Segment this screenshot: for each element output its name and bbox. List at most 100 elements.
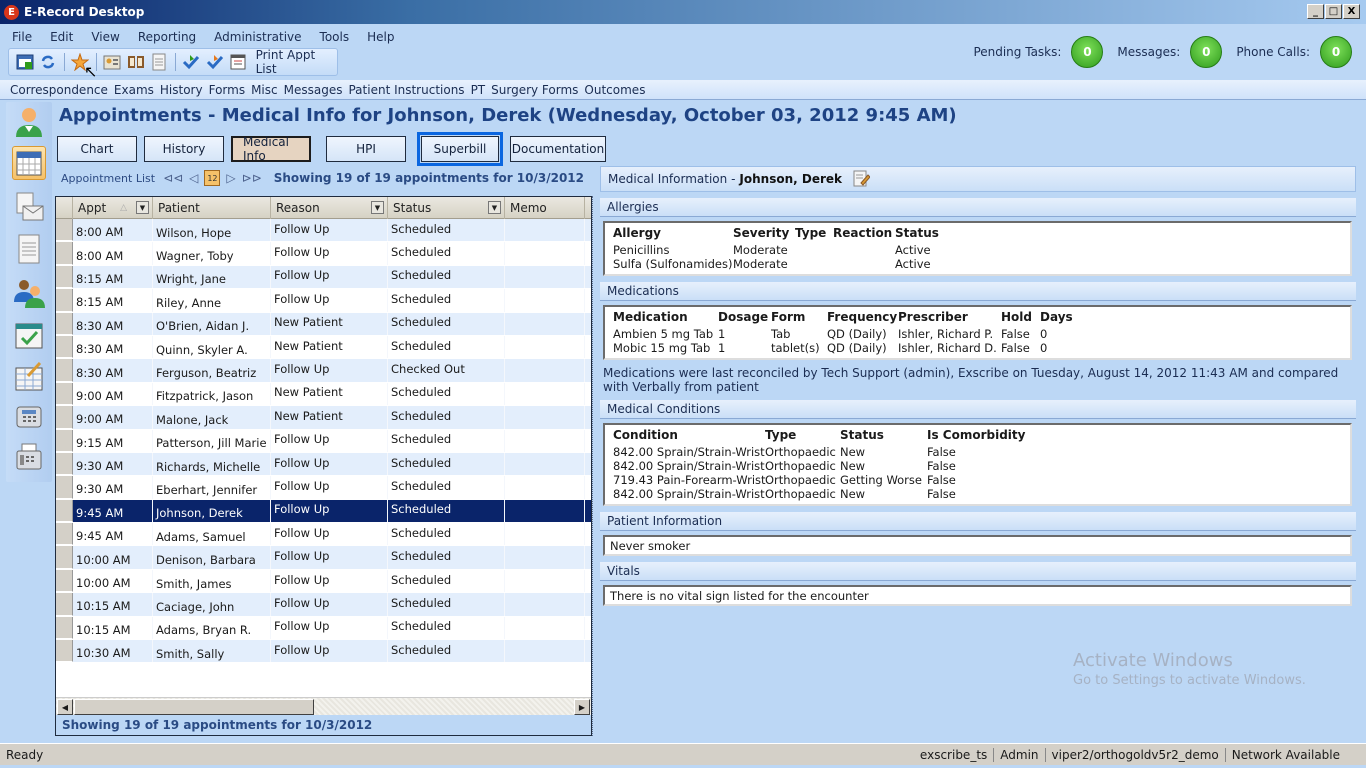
print-appt-list-button[interactable]: Print Appt List xyxy=(256,48,337,76)
phone-calls-badge[interactable]: 0 xyxy=(1320,36,1352,68)
tab-exams[interactable]: Exams xyxy=(114,83,154,97)
worksheet-icon[interactable] xyxy=(12,360,46,394)
appointment-row[interactable]: 8:15 AM Wright, Jane Follow Up Scheduled xyxy=(56,265,591,290)
row-selector[interactable] xyxy=(56,289,73,312)
tab-correspondence[interactable]: Correspondence xyxy=(10,83,108,97)
superbill-button[interactable]: Superbill xyxy=(417,132,503,166)
check-in-icon[interactable] xyxy=(182,52,201,72)
phone-calls-counter[interactable]: Phone Calls: 0 xyxy=(1236,36,1352,68)
document-icon[interactable] xyxy=(149,52,168,72)
column-memo[interactable]: Memo xyxy=(505,197,585,219)
row-selector[interactable] xyxy=(56,452,73,476)
row-selector[interactable] xyxy=(56,382,73,406)
appointment-row[interactable]: 9:30 AM Richards, Michelle Follow Up Schedu… xyxy=(56,452,591,477)
tab-misc[interactable]: Misc xyxy=(251,83,278,97)
messages-counter[interactable]: Messages: 0 xyxy=(1117,36,1223,68)
scroll-thumb[interactable] xyxy=(74,699,314,715)
book-icon[interactable] xyxy=(126,52,145,72)
pane-splitter[interactable] xyxy=(592,196,600,736)
tab-surgery-forms[interactable]: Surgery Forms xyxy=(491,83,578,97)
pending-tasks-badge[interactable]: 0 xyxy=(1071,36,1104,68)
filter-dropdown-icon[interactable]: ▼ xyxy=(136,201,149,214)
column-appt[interactable]: Appt △ ▼ xyxy=(73,197,153,219)
row-selector[interactable] xyxy=(56,476,73,499)
row-selector[interactable] xyxy=(56,429,73,452)
row-selector[interactable] xyxy=(56,499,73,523)
minimize-button[interactable]: _ xyxy=(1307,4,1324,19)
fax-icon[interactable] xyxy=(12,440,46,474)
menu-reporting[interactable]: Reporting xyxy=(138,30,196,44)
documentation-button[interactable]: Documentation xyxy=(510,136,606,162)
column-patient[interactable]: Patient xyxy=(153,197,271,219)
new-appointment-icon[interactable] xyxy=(15,52,34,72)
appointment-row[interactable]: 10:15 AM Adams, Bryan R. Follow Up Schedule… xyxy=(56,616,591,641)
patient-card-icon[interactable] xyxy=(103,52,122,72)
row-selector[interactable] xyxy=(56,593,73,616)
appointment-row[interactable]: 8:30 AM O'Brien, Aidan J. New Patient Sched… xyxy=(56,312,591,336)
menu-tools[interactable]: Tools xyxy=(320,30,350,44)
row-selector[interactable] xyxy=(56,546,73,569)
appointment-row[interactable]: 8:30 AM Quinn, Skyler A. New Patient Schedu… xyxy=(56,335,591,360)
appointment-row[interactable]: 9:45 AM Adams, Samuel Follow Up Scheduled xyxy=(56,523,591,547)
medical-info-button[interactable]: Medical Info xyxy=(231,135,311,163)
phone-icon[interactable] xyxy=(12,400,46,434)
allergies-section-header[interactable]: Allergies xyxy=(600,198,1356,217)
row-selector[interactable] xyxy=(56,523,73,546)
maximize-button[interactable]: □ xyxy=(1325,4,1342,19)
appointment-row[interactable]: 10:15 AM Caciage, John Follow Up Scheduled xyxy=(56,593,591,617)
column-status[interactable]: Status ▼ xyxy=(388,197,505,219)
tab-messages[interactable]: Messages xyxy=(284,83,343,97)
chart-button[interactable]: Chart xyxy=(57,136,137,162)
appointments-calendar-icon[interactable] xyxy=(12,146,46,180)
appointment-row[interactable]: 10:00 AM Denison, Barbara Follow Up Schedul… xyxy=(56,546,591,570)
row-selector[interactable] xyxy=(56,640,73,663)
close-button[interactable]: X xyxy=(1343,4,1360,19)
filter-dropdown-icon[interactable]: ▼ xyxy=(371,201,384,214)
row-selector[interactable] xyxy=(56,335,73,359)
row-selector[interactable] xyxy=(56,406,73,429)
horizontal-scrollbar[interactable]: ◀ ▶ xyxy=(56,697,591,715)
next-day-icon[interactable]: ▷ xyxy=(226,171,235,185)
row-selector[interactable] xyxy=(56,359,73,382)
menu-administrative[interactable]: Administrative xyxy=(214,30,301,44)
filter-dropdown-icon[interactable]: ▼ xyxy=(488,201,501,214)
tab-patient-instructions[interactable]: Patient Instructions xyxy=(348,83,464,97)
row-selector[interactable] xyxy=(56,569,73,593)
appointment-row[interactable]: 9:00 AM Malone, Jack New Patient Scheduled xyxy=(56,406,591,430)
column-reason[interactable]: Reason ▼ xyxy=(271,197,388,219)
medical-conditions-section-header[interactable]: Medical Conditions xyxy=(600,400,1356,419)
appointment-row[interactable]: 9:30 AM Eberhart, Jennifer Follow Up Schedu… xyxy=(56,476,591,500)
appointment-row[interactable]: 9:45 AM Johnson, Derek Follow Up Scheduled xyxy=(56,499,591,524)
tab-pt[interactable]: PT xyxy=(471,83,486,97)
appointment-row[interactable]: 10:00 AM Smith, James Follow Up Scheduled xyxy=(56,569,591,594)
referring-doctors-icon[interactable] xyxy=(12,276,46,310)
history-button[interactable]: History xyxy=(144,136,224,162)
menu-view[interactable]: View xyxy=(91,30,119,44)
menu-file[interactable]: File xyxy=(12,30,32,44)
refresh-icon[interactable] xyxy=(38,52,57,72)
medications-section-header[interactable]: Medications xyxy=(600,282,1356,301)
row-selector[interactable] xyxy=(56,265,73,289)
patient-icon[interactable] xyxy=(12,104,46,138)
tasks-checklist-icon[interactable] xyxy=(12,318,46,352)
check-out-icon[interactable] xyxy=(205,52,224,72)
appointment-row[interactable]: 10:30 AM Smith, Sally Follow Up Scheduled xyxy=(56,640,591,664)
first-day-icon[interactable]: ⊲⊲ xyxy=(163,171,183,185)
appointment-row[interactable]: 8:00 AM Wagner, Toby Follow Up Scheduled xyxy=(56,242,591,266)
document-icon[interactable] xyxy=(12,232,46,266)
row-selector[interactable] xyxy=(56,312,73,335)
pending-tasks-counter[interactable]: Pending Tasks: 0 xyxy=(973,36,1104,68)
menu-help[interactable]: Help xyxy=(367,30,394,44)
scroll-right-icon[interactable]: ▶ xyxy=(574,699,590,715)
appointment-row[interactable]: 9:00 AM Fitzpatrick, Jason New Patient Sche… xyxy=(56,382,591,407)
menu-edit[interactable]: Edit xyxy=(50,30,73,44)
tab-history[interactable]: History xyxy=(160,83,203,97)
tab-forms[interactable]: Forms xyxy=(209,83,245,97)
appointment-row[interactable]: 8:30 AM Ferguson, Beatriz Follow Up Checked… xyxy=(56,359,591,383)
row-selector[interactable] xyxy=(56,242,73,265)
correspondence-mail-icon[interactable] xyxy=(12,190,46,224)
appointment-row[interactable]: 9:15 AM Patterson, Jill Marie Follow Up Sch… xyxy=(56,429,591,453)
vitals-section-header[interactable]: Vitals xyxy=(600,562,1356,581)
row-selector[interactable] xyxy=(56,219,73,242)
calendar-list-icon[interactable] xyxy=(228,52,247,72)
